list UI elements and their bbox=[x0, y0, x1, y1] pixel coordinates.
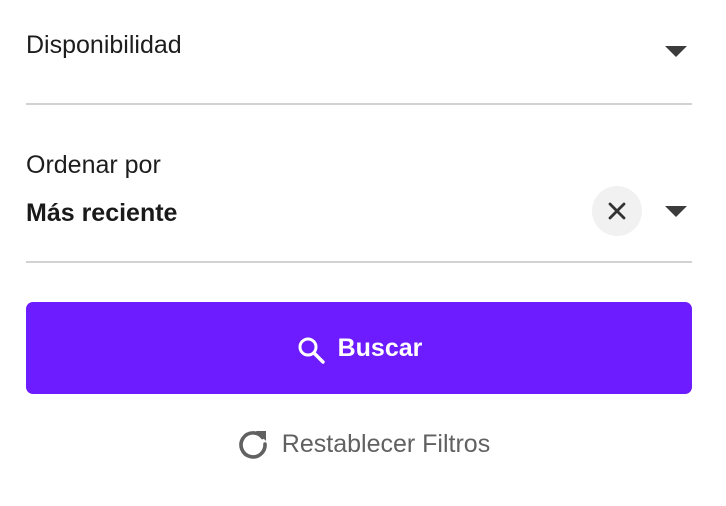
close-icon bbox=[608, 202, 626, 220]
reset-filters-button[interactable]: Restablecer Filtros bbox=[0, 420, 726, 468]
filter-panel: Disponibilidad Ordenar por Más reciente … bbox=[0, 0, 726, 506]
search-button-content: Buscar bbox=[26, 302, 692, 394]
availability-label: Disponibilidad bbox=[26, 31, 182, 59]
refresh-icon bbox=[239, 431, 267, 459]
order-by-select[interactable]: Ordenar por Más reciente bbox=[26, 120, 692, 263]
availability-select[interactable]: Disponibilidad bbox=[26, 0, 692, 105]
search-button[interactable]: Buscar bbox=[26, 302, 692, 394]
search-icon bbox=[298, 337, 325, 364]
search-button-label: Buscar bbox=[337, 334, 423, 362]
order-by-label: Ordenar por bbox=[26, 151, 161, 179]
reset-filters-label: Restablecer Filtros bbox=[281, 430, 491, 458]
order-by-value: Más reciente bbox=[26, 199, 178, 227]
caret-down-icon[interactable] bbox=[665, 206, 687, 217]
clear-selection-button[interactable] bbox=[592, 186, 642, 236]
caret-down-icon[interactable] bbox=[665, 46, 687, 57]
